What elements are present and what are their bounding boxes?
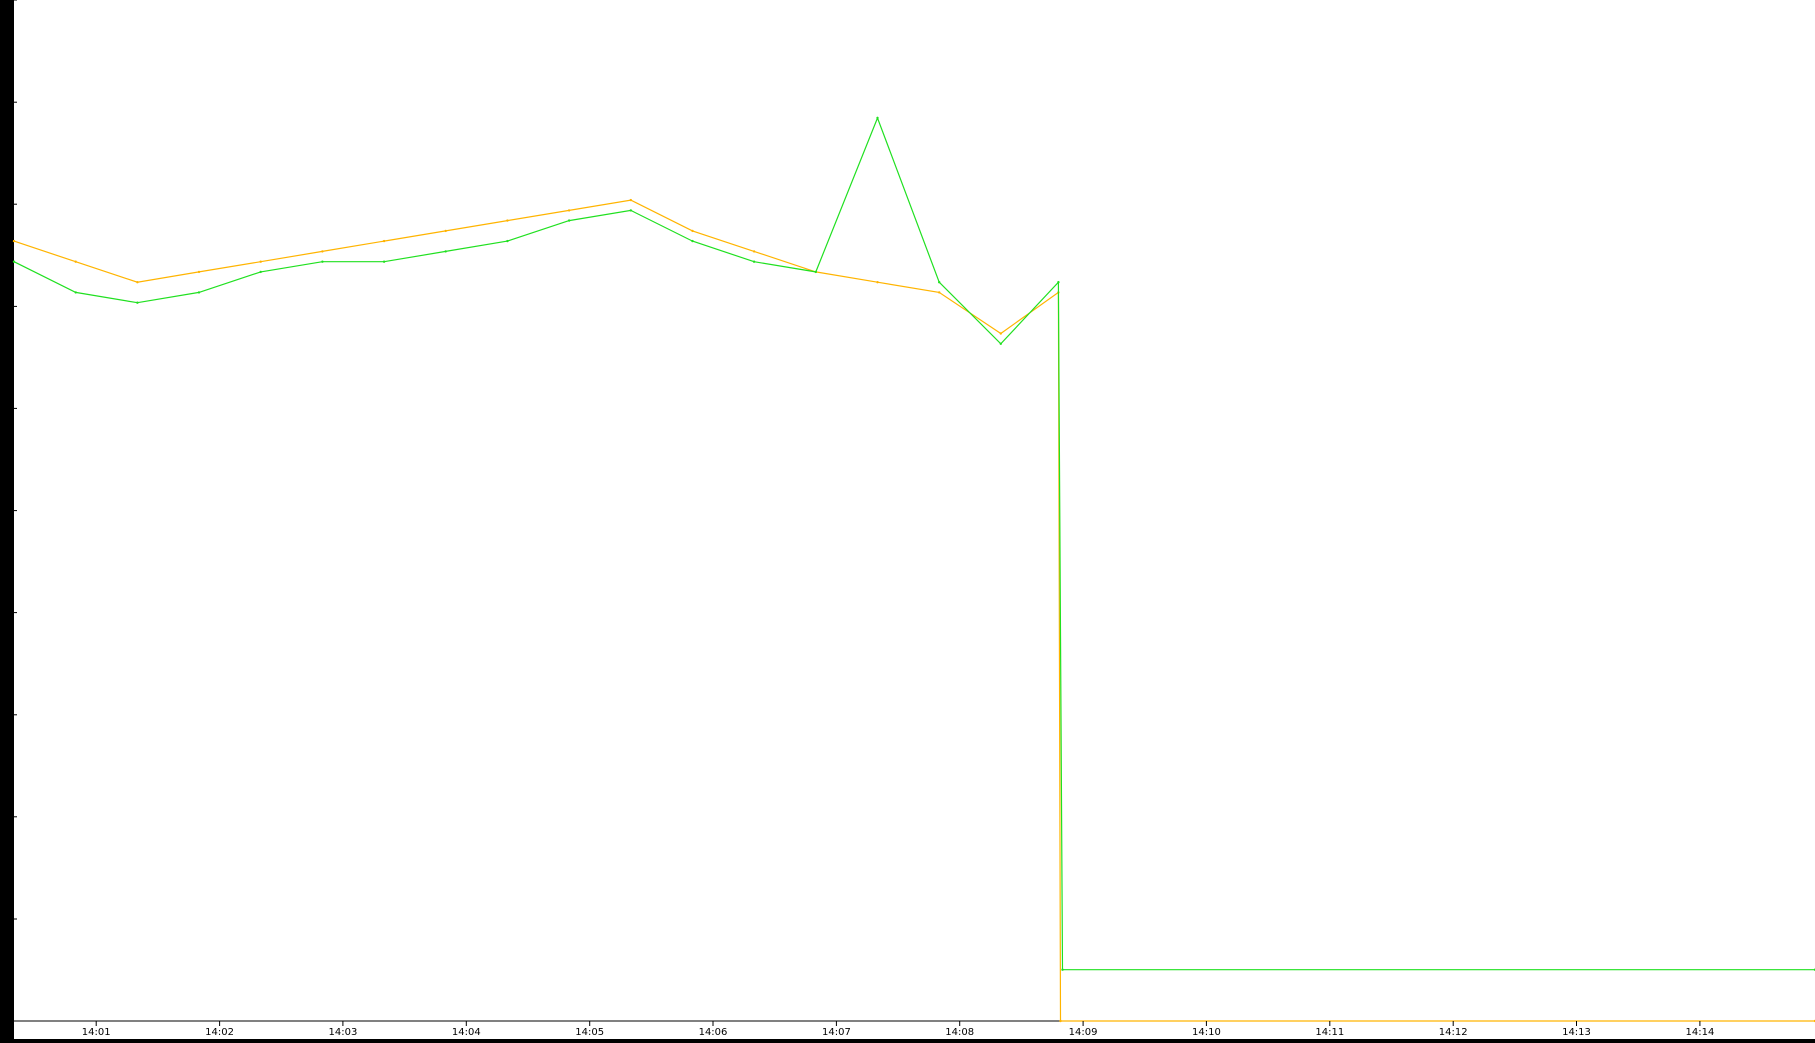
x-tick-label: 14:04 (452, 1027, 481, 1038)
data-point (814, 270, 817, 274)
data-point (321, 260, 324, 263)
x-tick-label: 14:09 (1069, 1027, 1098, 1038)
data-point (629, 209, 632, 212)
data-point (938, 291, 941, 294)
data-point (12, 239, 16, 243)
x-tick-label: 14:12 (1439, 1027, 1468, 1038)
x-tick-label: 14:11 (1315, 1027, 1344, 1038)
data-point (1061, 968, 1064, 971)
data-point (876, 281, 879, 284)
x-tick-label: 14:10 (1192, 1027, 1221, 1038)
data-point (12, 260, 16, 263)
data-point (876, 116, 879, 120)
data-point (1057, 281, 1060, 284)
data-point (259, 260, 262, 263)
data-point (938, 281, 941, 284)
x-tick-label: 14:07 (822, 1027, 851, 1038)
data-point (752, 260, 756, 263)
data-point (74, 260, 77, 263)
x-tick-label: 14:03 (328, 1027, 357, 1038)
data-point (136, 301, 139, 304)
x-tick-label: 14:06 (699, 1027, 728, 1038)
x-tick-label: 14:02 (205, 1027, 234, 1038)
y-tick-label: 2985 (2, 396, 13, 421)
y-tick-label: 3482 (2, 294, 13, 319)
x-tick-label: 14:01 (82, 1027, 111, 1038)
y-tick-label: 0 (2, 1016, 13, 1022)
y-tick-label: 1990 (2, 600, 13, 625)
data-point (197, 291, 201, 294)
data-point (444, 250, 447, 253)
data-point (567, 209, 571, 212)
x-axis-strip (14, 1021, 1815, 1039)
x-tick-label: 14:05 (575, 1027, 604, 1038)
y-tick-label: 1492 (2, 702, 13, 727)
y-tick-label: 3980 (2, 191, 13, 216)
data-point (136, 281, 139, 284)
x-tick-label: 14:14 (1685, 1027, 1714, 1038)
data-point (691, 239, 694, 243)
data-point (74, 291, 77, 294)
data-point (321, 250, 324, 253)
data-point (506, 219, 509, 222)
y-tick-label: 2487 (2, 498, 13, 523)
data-point (259, 270, 262, 274)
y-tick-label: 497 (2, 909, 13, 928)
data-point (999, 332, 1002, 335)
data-point (506, 239, 509, 243)
chart-area: 0 497 995 1492 1990 2487 2985 3482 3980 4477 4975 … (0, 0, 1815, 1039)
data-point (197, 270, 201, 274)
data-point (999, 342, 1002, 345)
x-tick-label: 14:08 (945, 1027, 974, 1038)
y-tick-label: 4975 (2, 0, 13, 23)
x-tick-label: 14:13 (1562, 1027, 1591, 1038)
data-point (444, 229, 447, 233)
data-point (567, 219, 571, 222)
line-chart: 049799514921990248729853482398044774975 … (0, 0, 1815, 1039)
y-tick-label: 995 (2, 807, 13, 826)
plot-background (14, 0, 1815, 1021)
data-point (752, 250, 756, 253)
data-point (691, 229, 694, 233)
data-point (629, 198, 632, 202)
y-tick-label: 4477 (2, 89, 13, 114)
data-point (382, 239, 386, 243)
data-point (382, 260, 386, 263)
data-point (1059, 1019, 1062, 1023)
